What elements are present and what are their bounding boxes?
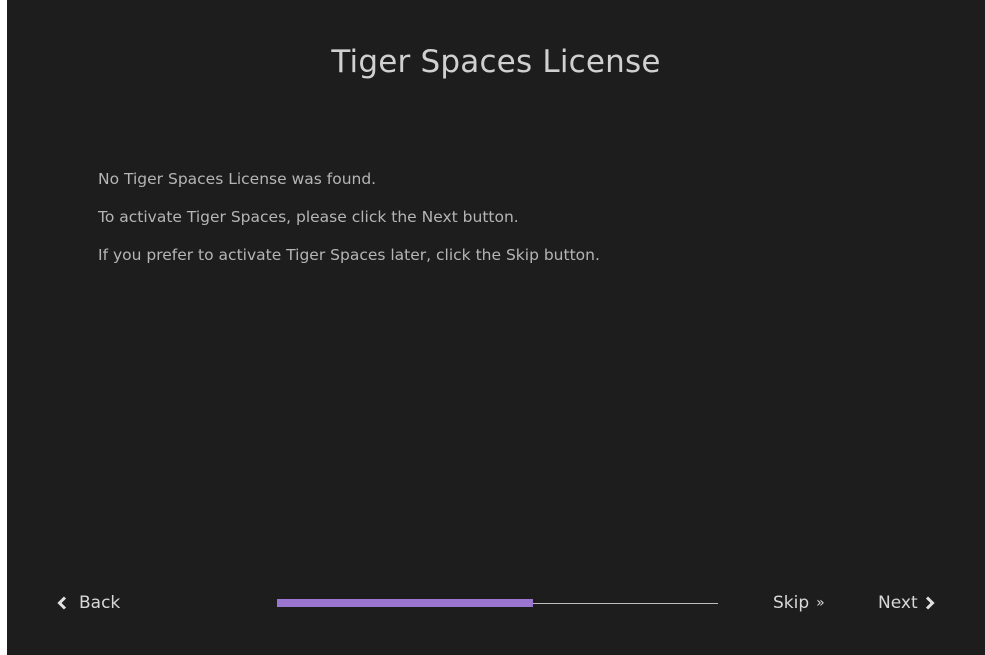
progress-fill: [277, 599, 533, 607]
wizard-footer: Back Skip » Next: [7, 590, 985, 616]
chevron-left-icon: [57, 596, 67, 610]
message-line: No Tiger Spaces License was found.: [98, 170, 377, 188]
skip-label: Skip: [773, 593, 810, 613]
back-button[interactable]: Back: [57, 590, 120, 616]
next-button[interactable]: Next: [878, 590, 935, 616]
message-block: No Tiger Spaces License was found. To ac…: [98, 166, 600, 280]
license-dialog: Tiger Spaces License No Tiger Spaces Lic…: [7, 0, 985, 655]
skip-button[interactable]: Skip »: [773, 590, 825, 616]
message-line: If you prefer to activate Tiger Spaces l…: [98, 246, 600, 264]
progress-bar: [277, 597, 718, 607]
double-chevron-right-icon: »: [816, 595, 825, 611]
page-title: Tiger Spaces License: [331, 44, 661, 80]
next-label: Next: [878, 593, 918, 613]
back-label: Back: [79, 593, 121, 613]
chevron-right-icon: [925, 596, 935, 610]
message-line: To activate Tiger Spaces, please click t…: [98, 208, 519, 226]
